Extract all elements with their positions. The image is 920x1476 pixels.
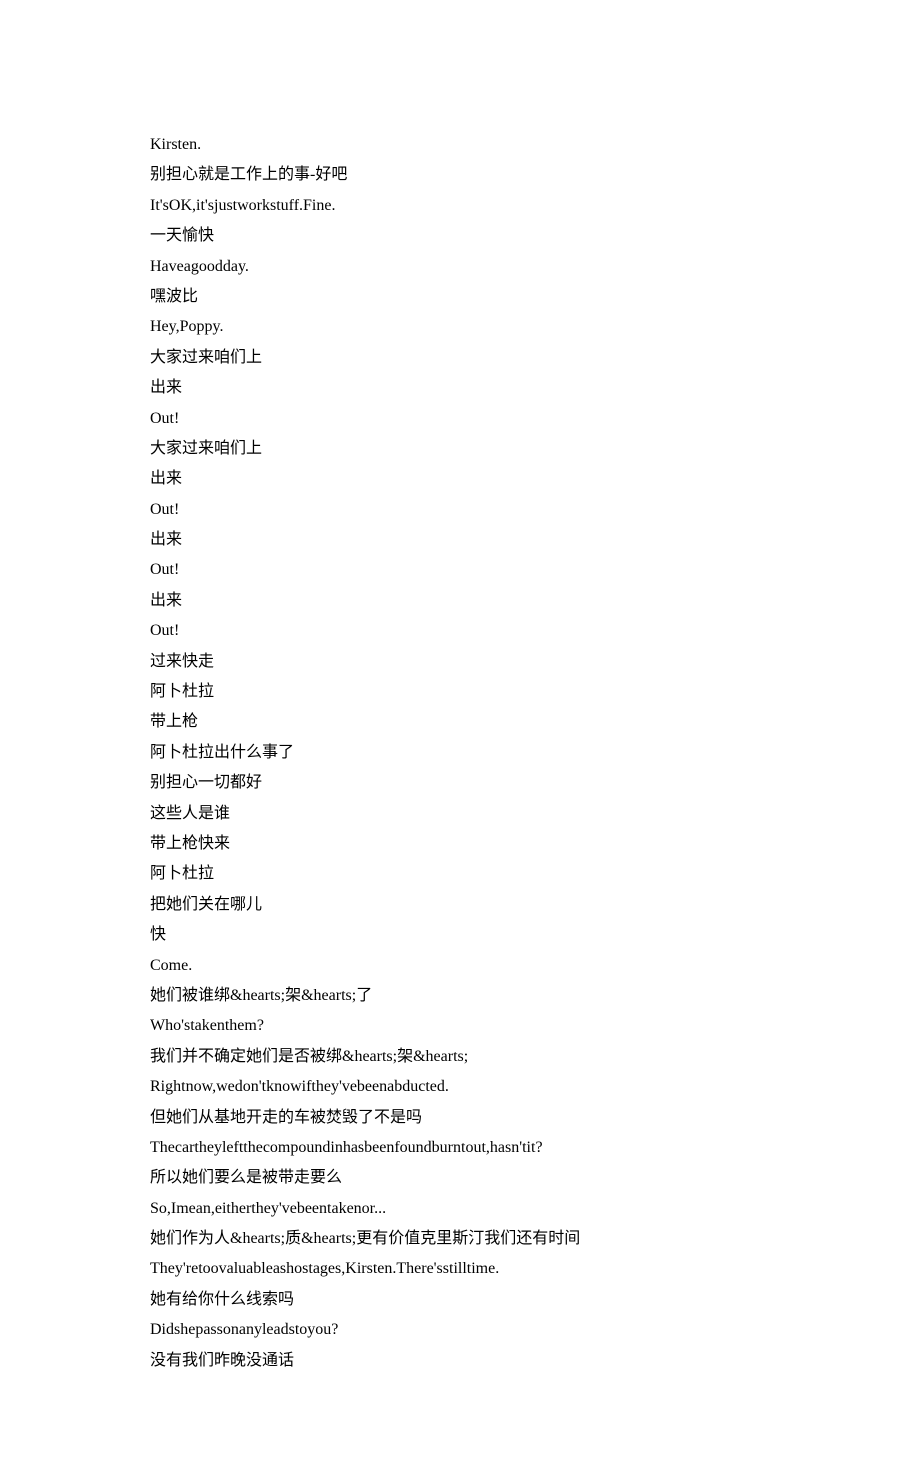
text-line: 过来快走 [150, 647, 770, 677]
document-page: Kirsten.别担心就是工作上的事-好吧It'sOK,it'sjustwork… [0, 0, 920, 1476]
text-line: 快 [150, 920, 770, 950]
text-line: So,Imean,eitherthey'vebeentakenor... [150, 1194, 770, 1224]
text-line: They'retoovaluableashostages,Kirsten.The… [150, 1254, 770, 1284]
text-line: 别担心一切都好 [150, 768, 770, 798]
text-line: 阿卜杜拉 [150, 677, 770, 707]
text-line: 出来 [150, 464, 770, 494]
text-line: Kirsten. [150, 130, 770, 160]
text-line: 她们作为人&hearts;质&hearts;更有价值克里斯汀我们还有时间 [150, 1224, 770, 1254]
text-line: 大家过来咱们上 [150, 434, 770, 464]
text-line: 嘿波比 [150, 282, 770, 312]
text-line: Out! [150, 404, 770, 434]
text-line: 出来 [150, 525, 770, 555]
text-line: Who'stakenthem? [150, 1011, 770, 1041]
text-line: Out! [150, 495, 770, 525]
text-line: 没有我们昨晚没通话 [150, 1346, 770, 1376]
text-line: Haveagoodday. [150, 252, 770, 282]
text-line: Thecartheyleftthecompoundinhasbeenfoundb… [150, 1133, 770, 1163]
text-line: 所以她们要么是被带走要么 [150, 1163, 770, 1193]
text-line: 把她们关在哪儿 [150, 890, 770, 920]
text-line: Hey,Poppy. [150, 312, 770, 342]
text-line: 带上枪 [150, 707, 770, 737]
text-line: 我们并不确定她们是否被绑&hearts;架&hearts; [150, 1042, 770, 1072]
text-line: 一天愉快 [150, 221, 770, 251]
text-line: Didshepassonanyleadstoyou? [150, 1315, 770, 1345]
text-line: 这些人是谁 [150, 799, 770, 829]
text-line: 但她们从基地开走的车被焚毁了不是吗 [150, 1103, 770, 1133]
text-line: Come. [150, 951, 770, 981]
text-line: 她们被谁绑&hearts;架&hearts;了 [150, 981, 770, 1011]
text-line: 阿卜杜拉 [150, 859, 770, 889]
text-line: Rightnow,wedon'tknowifthey'vebeenabducte… [150, 1072, 770, 1102]
text-line: 她有给你什么线索吗 [150, 1285, 770, 1315]
text-line: It'sOK,it'sjustworkstuff.Fine. [150, 191, 770, 221]
text-content: Kirsten.别担心就是工作上的事-好吧It'sOK,it'sjustwork… [150, 130, 770, 1376]
text-line: 别担心就是工作上的事-好吧 [150, 160, 770, 190]
text-line: 阿卜杜拉出什么事了 [150, 738, 770, 768]
text-line: 大家过来咱们上 [150, 343, 770, 373]
text-line: 带上枪快来 [150, 829, 770, 859]
text-line: Out! [150, 555, 770, 585]
text-line: 出来 [150, 586, 770, 616]
text-line: 出来 [150, 373, 770, 403]
text-line: Out! [150, 616, 770, 646]
